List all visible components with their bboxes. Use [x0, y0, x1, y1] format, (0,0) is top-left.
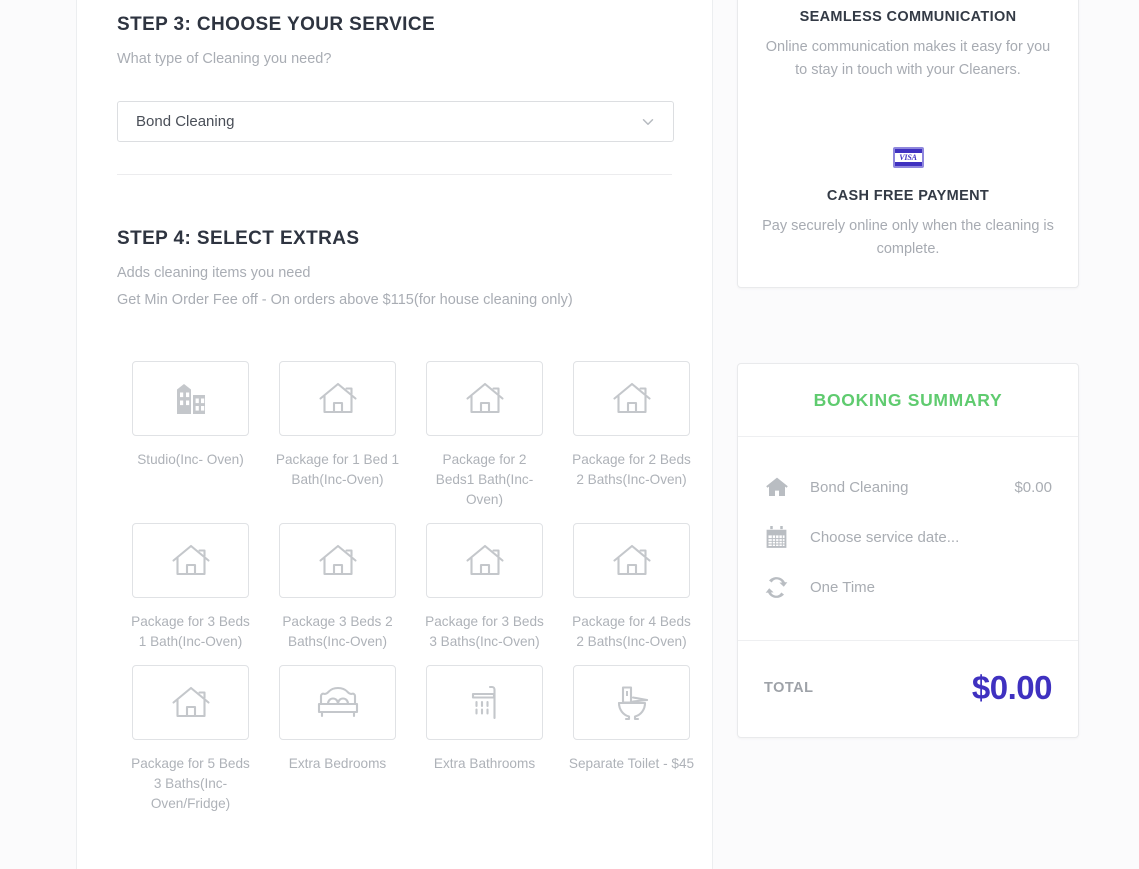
trust-panel: SEAMLESS COMMUNICATION Online communicat… [737, 0, 1079, 288]
summary-label-service: Bond Cleaning [810, 479, 1014, 496]
main-content-column: STEP 3: CHOOSE YOUR SERVICE What type of… [76, 0, 713, 869]
extra-option: Package for 3 Beds 1 Bath(Inc-Oven) [117, 523, 264, 652]
extra-option-label: Separate Toilet - $45 [569, 754, 695, 774]
extra-option-label: Package for 2 Beds1 Bath(Inc-Oven) [422, 450, 548, 510]
booking-summary-header: BOOKING SUMMARY [738, 364, 1078, 437]
trust-title-communication: SEAMLESS COMMUNICATION [762, 9, 1054, 25]
summary-value-service: $0.00 [1014, 479, 1052, 496]
chevron-down-icon [639, 113, 657, 131]
service-select[interactable]: Bond Cleaning [117, 101, 674, 142]
extra-option-card[interactable] [279, 361, 396, 436]
extra-option: Separate Toilet - $45 [558, 665, 705, 814]
refresh-icon [764, 575, 810, 600]
house-icon [464, 379, 506, 419]
extra-option: Package for 1 Bed 1 Bath(Inc-Oven) [264, 361, 411, 510]
extra-option-label: Package for 3 Beds 3 Baths(Inc-Oven) [422, 612, 548, 652]
step-4-title: STEP 4: SELECT EXTRAS [117, 228, 672, 251]
extra-option-card[interactable] [573, 361, 690, 436]
extra-option-label: Package for 3 Beds 1 Bath(Inc-Oven) [128, 612, 254, 652]
trust-item-communication: SEAMLESS COMMUNICATION Online communicat… [762, 0, 1054, 82]
trust-desc-communication: Online communication makes it easy for y… [762, 36, 1054, 82]
step-4-subtitle-1: Adds cleaning items you need [117, 262, 672, 284]
extra-option-card[interactable] [132, 523, 249, 598]
extra-option-card[interactable] [573, 665, 690, 740]
extra-option-card[interactable] [426, 665, 543, 740]
booking-summary-panel: BOOKING SUMMARY Bond Cleaning $0.00 [737, 363, 1079, 738]
extras-grid: Studio(Inc- Oven) Package for 1 Bed 1 Ba… [77, 361, 712, 827]
bed-icon [315, 684, 361, 722]
extra-option: Package for 2 Beds1 Bath(Inc-Oven) [411, 361, 558, 510]
toilet-icon [611, 683, 653, 723]
visa-card-icon: VISA [762, 140, 1054, 174]
extra-option-card[interactable] [132, 361, 249, 436]
house-icon [170, 683, 212, 723]
visa-badge: VISA [893, 147, 924, 168]
calendar-icon [764, 525, 810, 550]
extra-option: Studio(Inc- Oven) [117, 361, 264, 510]
house-icon [317, 541, 359, 581]
extra-option-card[interactable] [426, 361, 543, 436]
house-icon [611, 541, 653, 581]
shower-icon [465, 682, 505, 724]
trust-desc-payment: Pay securely online only when the cleani… [762, 215, 1054, 261]
summary-row-frequency[interactable]: One Time [764, 562, 1052, 612]
extra-option-label: Package for 4 Beds 2 Baths(Inc-Oven) [569, 612, 695, 652]
total-value: $0.00 [972, 669, 1052, 707]
extra-option: Package for 4 Beds 2 Baths(Inc-Oven) [558, 523, 705, 652]
step-3-title: STEP 3: CHOOSE YOUR SERVICE [117, 14, 672, 37]
extra-option-label: Package for 2 Beds 2 Baths(Inc-Oven) [569, 450, 695, 490]
extra-option-card[interactable] [426, 523, 543, 598]
house-icon [317, 379, 359, 419]
step-4-section: STEP 4: SELECT EXTRAS Adds cleaning item… [77, 175, 712, 311]
extra-option-card[interactable] [132, 665, 249, 740]
booking-summary-total: TOTAL $0.00 [738, 641, 1078, 737]
visa-label: VISA [895, 153, 922, 162]
extra-option: Package 3 Beds 2 Baths(Inc-Oven) [264, 523, 411, 652]
extra-option-label: Package for 5 Beds 3 Baths(Inc-Oven/Frid… [128, 754, 254, 814]
summary-row-service: Bond Cleaning $0.00 [764, 462, 1052, 512]
trust-item-payment: VISA CASH FREE PAYMENT Pay securely onli… [762, 140, 1054, 261]
extra-option-label: Extra Bathrooms [422, 754, 548, 774]
service-select-value: Bond Cleaning [118, 113, 234, 130]
extra-option-label: Package for 1 Bed 1 Bath(Inc-Oven) [275, 450, 401, 490]
extra-option: Package for 2 Beds 2 Baths(Inc-Oven) [558, 361, 705, 510]
trust-title-payment: CASH FREE PAYMENT [762, 188, 1054, 204]
building-icon [171, 380, 211, 418]
house-icon [464, 541, 506, 581]
extra-option: Extra Bedrooms [264, 665, 411, 814]
extra-option: Package for 5 Beds 3 Baths(Inc-Oven/Frid… [117, 665, 264, 814]
extra-option: Package for 3 Beds 3 Baths(Inc-Oven) [411, 523, 558, 652]
total-label: TOTAL [764, 680, 813, 696]
extra-option-card[interactable] [279, 523, 396, 598]
extra-option-label: Extra Bedrooms [275, 754, 401, 774]
summary-label-frequency: One Time [810, 579, 1052, 596]
extra-option-card[interactable] [279, 665, 396, 740]
booking-page: STEP 3: CHOOSE YOUR SERVICE What type of… [0, 0, 1139, 869]
summary-label-date: Choose service date... [810, 529, 1052, 546]
extra-option: Extra Bathrooms [411, 665, 558, 814]
booking-summary-rows: Bond Cleaning $0.00 Choose service dat [738, 437, 1078, 641]
house-icon [170, 541, 212, 581]
summary-row-date[interactable]: Choose service date... [764, 512, 1052, 562]
extra-option-label: Studio(Inc- Oven) [128, 450, 254, 470]
booking-summary-title: BOOKING SUMMARY [814, 390, 1003, 411]
extra-option-label: Package 3 Beds 2 Baths(Inc-Oven) [275, 612, 401, 652]
extra-option-card[interactable] [573, 523, 690, 598]
step-3-subtitle: What type of Cleaning you need? [117, 48, 672, 70]
house-icon [611, 379, 653, 419]
house-filled-icon [764, 475, 810, 499]
step-3-section: STEP 3: CHOOSE YOUR SERVICE What type of… [77, 0, 712, 142]
visa-bottom-bar [895, 162, 922, 166]
step-4-subtitle-2: Get Min Order Fee off - On orders above … [117, 289, 672, 311]
